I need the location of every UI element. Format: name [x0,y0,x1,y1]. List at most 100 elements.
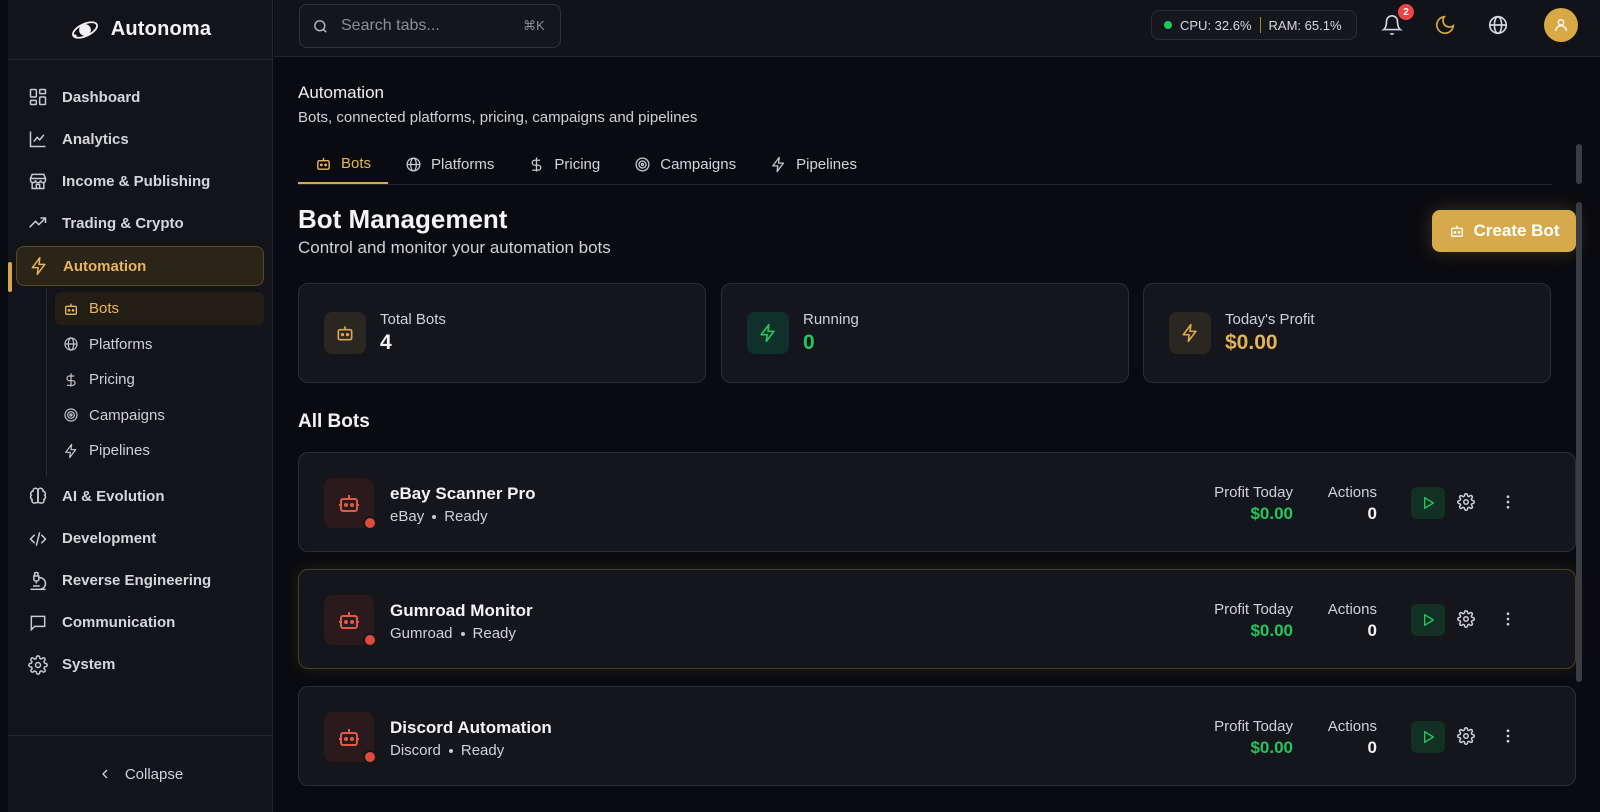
globe-icon[interactable] [1487,14,1509,36]
bolt-icon [770,156,787,173]
metric-label: Actions [1327,601,1377,618]
target-icon [634,156,651,173]
page-subtitle: Bots, connected platforms, pricing, camp… [298,109,698,126]
atom-logo-icon [69,14,101,46]
profit-value: $0.00 [1250,738,1293,757]
bot-name: eBay Scanner Pro [390,484,536,503]
create-bot-button[interactable]: Create Bot [1432,210,1576,252]
bot-row[interactable]: Gumroad Monitor Gumroad Ready Profit Tod… [298,569,1576,669]
content-scrollbar[interactable] [1576,202,1582,682]
stat-card-total-bots: Total Bots 4 [298,283,706,383]
separator-dot [460,631,465,636]
sidebar-item-ai-evolution[interactable]: AI & Evolution [16,476,264,518]
start-bot-button[interactable] [1411,604,1445,636]
bot-status-dot [363,633,377,647]
more-vertical-icon[interactable] [1499,727,1519,747]
stat-label: Total Bots [380,311,446,328]
profit-value: $0.00 [1250,504,1293,523]
sidebar-item-label: Reverse Engineering [62,572,212,589]
tab-pipelines[interactable]: Pipelines [753,144,874,184]
tab-platforms[interactable]: Platforms [388,144,511,184]
tab-label: Pricing [554,155,601,173]
bot-status: Ready [472,625,516,642]
start-bot-button[interactable] [1411,721,1445,753]
status-dot [1164,21,1172,29]
sidebar-item-reverse-engineering[interactable]: Reverse Engineering [16,560,264,602]
sidebar-subitem-campaigns[interactable]: Campaigns [55,399,264,432]
more-vertical-icon[interactable] [1499,493,1519,513]
bot-settings-gear-icon[interactable] [1457,493,1477,513]
tab-pricing[interactable]: Pricing [511,144,617,184]
actions-value: 0 [1367,738,1377,757]
app-logo[interactable]: Autonoma [8,0,272,60]
sidebar-item-trading-crypto[interactable]: Trading & Crypto [16,202,264,244]
search-box[interactable]: ⌘K [299,4,561,48]
bot-row[interactable]: Discord Automation Discord Ready Profit … [298,686,1576,786]
notification-badge: 2 [1398,4,1414,20]
automation-tabs: Bots Platforms Pricing Campaigns Pipelin… [298,144,1552,185]
tab-label: Bots [341,154,372,172]
actions-value: 0 [1367,504,1377,523]
system-stats: CPU: 32.6% RAM: 65.1% [1151,10,1357,40]
stat-value: 4 [380,331,392,354]
sidebar-item-label: Trading & Crypto [62,214,184,232]
bolt-icon [747,312,789,354]
store-icon [28,171,48,191]
sidebar-item-automation[interactable]: Automation [8,246,264,292]
sidebar-item-income-publishing[interactable]: Income & Publishing [16,160,264,202]
tab-label: Pipelines [796,155,857,173]
collapse-button[interactable]: Collapse [8,735,272,812]
stat-value: 0 [803,331,815,354]
topbar: ⌘K CPU: 32.6% RAM: 65.1% 2 [274,0,1600,57]
tab-campaigns[interactable]: Campaigns [617,144,753,184]
gear-icon [28,654,48,675]
bot-icon [63,301,79,317]
bot-meta: eBay Ready [390,508,488,525]
bot-management-title: Bot Management [298,204,508,234]
trending-up-icon [28,213,48,233]
sidebar-item-communication[interactable]: Communication [16,602,264,644]
bot-settings-gear-icon[interactable] [1457,610,1477,630]
metric-label: Profit Today [1214,718,1293,735]
bot-status: Ready [460,742,505,759]
automation-submenu: Bots Platforms Pricing Campaigns Pipelin… [46,288,264,476]
page-title: Automation [298,83,384,102]
search-icon [312,18,329,35]
page-header: Automation Bots, connected platforms, pr… [298,83,697,126]
stats-divider [1259,17,1261,33]
more-vertical-icon[interactable] [1499,610,1519,630]
sidebar-subitem-pricing[interactable]: Pricing [55,363,264,396]
bot-name: Discord Automation [390,718,552,737]
search-input[interactable] [341,17,511,35]
tab-bots[interactable]: Bots [298,144,389,184]
user-avatar[interactable] [1544,8,1578,42]
bot-platform: Gumroad [390,625,453,642]
stat-label: Today's Profit [1225,311,1315,328]
sidebar-item-system[interactable]: System [16,644,264,686]
sidebar-item-label: System [62,656,116,673]
bot-row[interactable]: eBay Scanner Pro eBay Ready Profit Today… [298,452,1576,552]
bot-settings-gear-icon[interactable] [1457,727,1477,747]
sidebar: Autonoma Dashboard Analytics Income & Pu… [8,0,273,812]
bot-meta: Gumroad Ready [390,625,516,642]
sidebar-subitem-bots[interactable]: Bots [55,292,264,325]
sidebar-subitem-pipelines[interactable]: Pipelines [55,434,264,467]
sidebar-item-label: Automation [63,257,147,275]
dashboard-icon [28,87,48,107]
sidebar-subitem-label: Pipelines [89,442,150,459]
bolt-icon [29,256,49,276]
create-bot-label: Create Bot [1473,221,1560,240]
bolt-icon [1169,312,1211,354]
stat-card-todays-profit: Today's Profit $0.00 [1143,283,1551,383]
sidebar-subitem-platforms[interactable]: Platforms [55,328,264,361]
sidebar-item-analytics[interactable]: Analytics [16,118,264,160]
sidebar-item-development[interactable]: Development [16,518,264,560]
moon-icon[interactable] [1434,14,1456,36]
tabs-scrollbar[interactable] [1576,144,1582,184]
start-bot-button[interactable] [1411,487,1445,519]
play-icon [1420,495,1436,511]
sidebar-item-dashboard[interactable]: Dashboard [16,76,264,118]
separator-dot [448,748,453,753]
all-bots-title: All Bots [298,411,370,432]
sidebar-item-label: AI & Evolution [62,488,165,505]
